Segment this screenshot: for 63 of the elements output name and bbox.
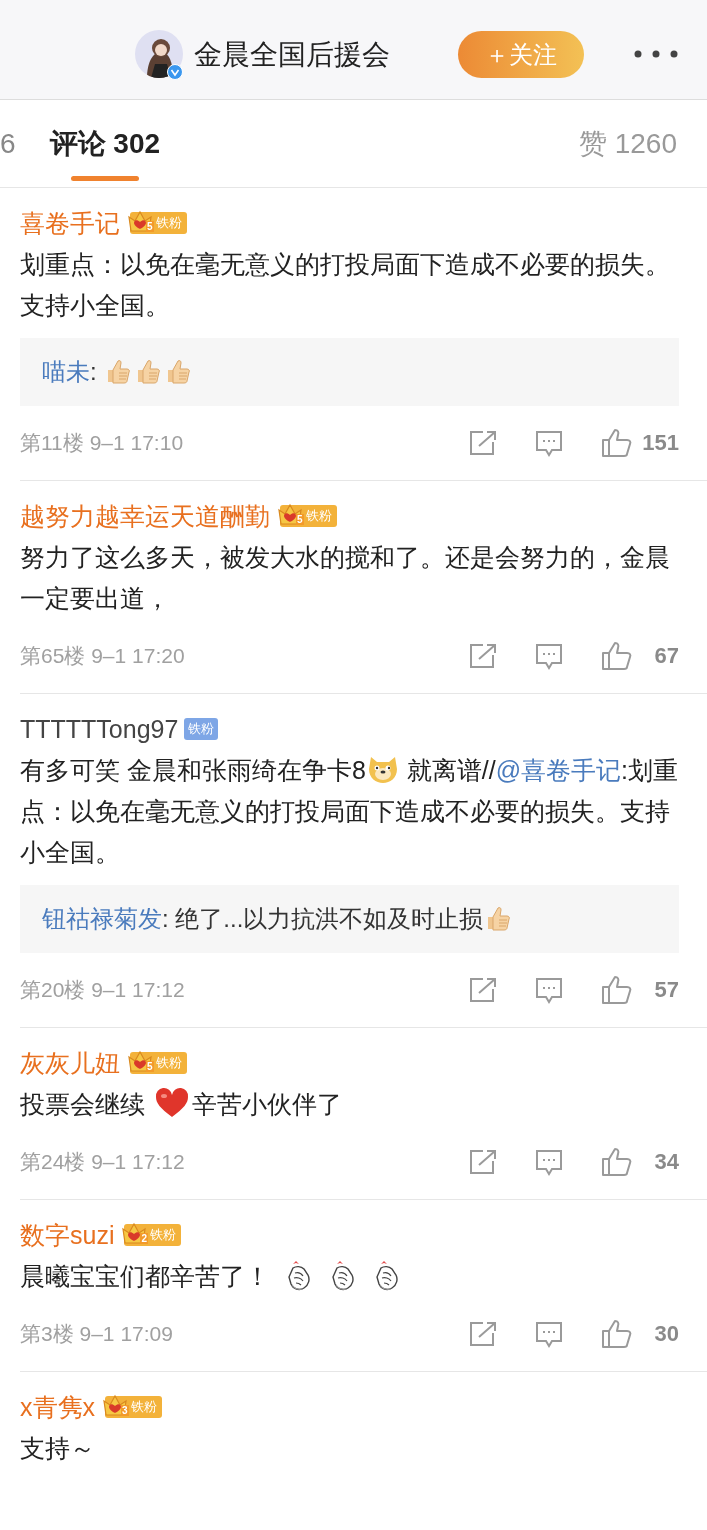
comment-text: 晨曦宝宝们都辛苦了！ — [20, 1256, 679, 1297]
comment-icon[interactable] — [535, 642, 563, 670]
more-icon[interactable] — [633, 49, 679, 59]
badge-level: 5 — [296, 514, 304, 525]
like-count: 151 — [641, 430, 679, 456]
comment-icon[interactable] — [535, 429, 563, 457]
account-name: 金晨全国后援会 — [194, 38, 390, 72]
comment-text: 划重点：以免在毫无意义的打投局面下造成不必要的损失。支持小全国。 — [20, 249, 671, 321]
floor-time: 第3楼 9–1 17:09 — [20, 1321, 174, 1347]
likes-tab[interactable]: 赞 1260 — [578, 124, 677, 163]
floor-time: 第24楼 9–1 17:12 — [20, 1149, 186, 1175]
like-count: 57 — [653, 977, 679, 1003]
reply-author-link[interactable]: 钮祜禄菊发 — [42, 905, 162, 932]
badge-label: 铁粉 — [150, 1226, 177, 1244]
reply-text: 喵未: — [42, 358, 194, 385]
tab[interactable]: 6 — [0, 100, 16, 187]
badge-level: 2 — [140, 1233, 149, 1244]
floor-time: 第11楼 9–1 17:10 — [20, 430, 185, 456]
follow-button[interactable]: ＋关注 — [458, 31, 584, 78]
floor-time: 第20楼 9–1 17:12 — [20, 977, 186, 1003]
reply-preview[interactable]: 钮祜禄菊发: 绝了...以力抗洪不如及时止损 — [20, 885, 679, 953]
badge-label: 铁粉 — [131, 1398, 157, 1416]
comment-icon[interactable] — [535, 1148, 563, 1176]
badge-label: 铁粉 — [156, 214, 182, 232]
user-name[interactable]: x青隽x — [20, 1390, 95, 1424]
like-count: 67 — [653, 643, 679, 669]
badge-level: 3 — [121, 1405, 129, 1416]
share-icon[interactable] — [469, 430, 497, 456]
badge-label: 铁粉 — [156, 1054, 182, 1072]
floor-time: 第65楼 9–1 17:20 — [20, 643, 186, 669]
like-icon[interactable] — [601, 641, 633, 671]
comment-icon[interactable] — [535, 1320, 563, 1348]
user-name[interactable]: TTTTTTong97 — [20, 714, 179, 744]
reply-text: 钮祜禄菊发: 绝了...以力抗洪不如及时止损 — [42, 905, 514, 932]
reply-preview[interactable]: 喵未: — [20, 338, 679, 406]
user-name[interactable]: 灰灰儿妞 — [20, 1046, 120, 1080]
like-icon[interactable] — [601, 1319, 633, 1349]
share-icon[interactable] — [469, 1321, 497, 1347]
badge-label: 铁粉 — [188, 720, 215, 738]
user-name[interactable]: 数字suzi — [20, 1218, 115, 1252]
like-icon[interactable] — [601, 1147, 633, 1177]
badge-level: 5 — [146, 221, 154, 232]
like-icon[interactable] — [601, 975, 633, 1005]
comment-icon[interactable] — [535, 976, 563, 1004]
comment-text: 有多可笑 金晨和张雨绮在争卡8 就离谱//@喜卷手记:划重点：以免在毫无意义的打投局面下造成不必要的损失。支持小全国。 — [20, 750, 679, 873]
user-name[interactable]: 喜卷手记 — [20, 206, 120, 240]
comment-text: 投票会继续 辛苦小伙伴了 — [20, 1084, 679, 1125]
like-count: 34 — [653, 1149, 679, 1175]
badge-label: 铁粉 — [306, 507, 332, 525]
share-icon[interactable] — [469, 977, 497, 1003]
reply-author-link[interactable]: 喵未 — [42, 358, 90, 385]
like-count: 30 — [653, 1321, 679, 1347]
verified-icon — [167, 64, 183, 80]
comment-text: 支持～ — [20, 1433, 96, 1464]
share-icon[interactable] — [469, 643, 497, 669]
share-icon[interactable] — [469, 1149, 497, 1175]
badge-level: 5 — [146, 1061, 154, 1072]
like-icon[interactable] — [601, 428, 633, 458]
heart-icon — [153, 1087, 190, 1119]
mention-link[interactable]: @喜卷手记 — [495, 756, 622, 784]
tab[interactable]: 评论 302 — [49, 100, 161, 187]
user-name[interactable]: 越努力越幸运天道酬勤 — [20, 499, 270, 533]
comment-text: 努力了这么多天，被发大水的搅和了。还是会努力的，金晨一定要出道， — [20, 542, 671, 614]
